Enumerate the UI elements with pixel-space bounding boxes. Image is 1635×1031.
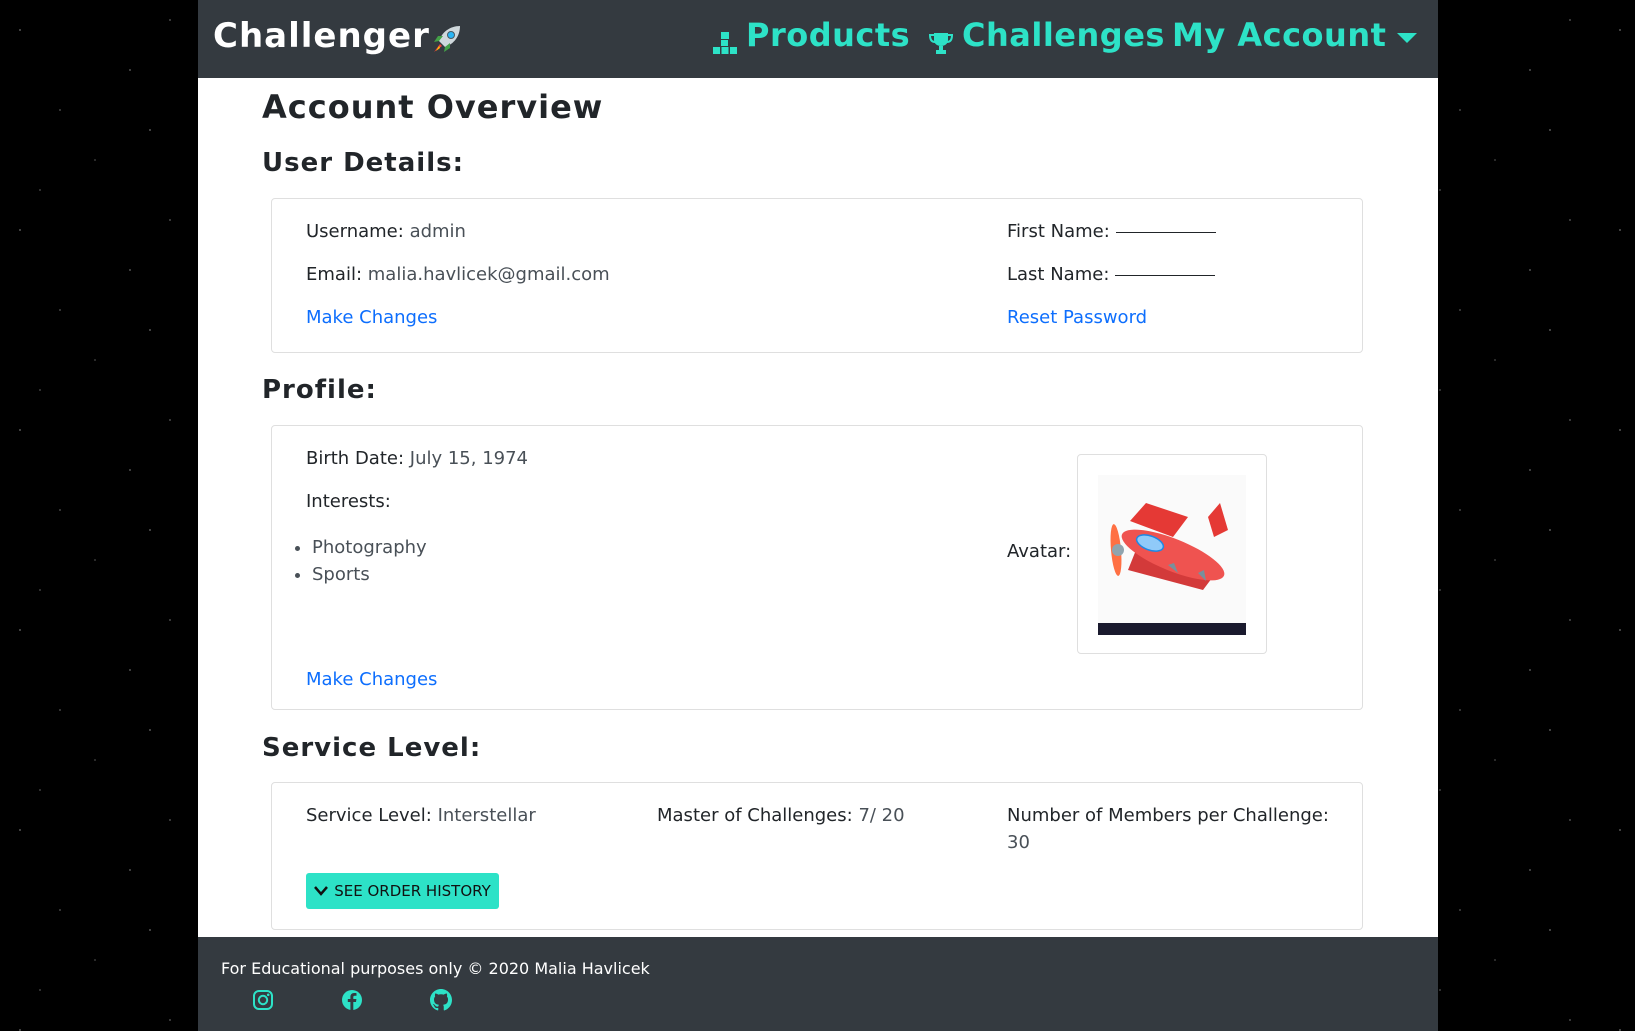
reset-password-link[interactable]: Reset Password (1007, 307, 1147, 328)
service-level-heading: Service Level: (262, 733, 482, 763)
chevron-down-icon (314, 886, 329, 896)
see-order-history-label: SEE ORDER HISTORY (334, 882, 491, 900)
username-field: Username: admin (306, 221, 466, 242)
first-name-field: First Name: (1007, 221, 1216, 242)
avatar (1077, 454, 1267, 654)
github-icon[interactable] (430, 989, 452, 1015)
service-level-field: Service Level: Interstellar (306, 805, 536, 826)
nav-products[interactable]: Products (746, 16, 910, 54)
email-field: Email: malia.havlicek@gmail.com (306, 264, 610, 285)
footer-text: For Educational purposes only © 2020 Mal… (221, 959, 650, 978)
rocket-icon (430, 22, 464, 60)
footer: For Educational purposes only © 2020 Mal… (198, 937, 1438, 1031)
list-item: Sports (312, 561, 427, 588)
see-order-history-button[interactable]: SEE ORDER HISTORY (306, 873, 499, 909)
nav-challenges[interactable]: Challenges (962, 16, 1165, 54)
user-details-heading: User Details: (262, 148, 464, 178)
facebook-icon[interactable] (341, 989, 363, 1015)
first-name-blank (1115, 231, 1216, 233)
list-item: Photography (312, 534, 427, 561)
profile-make-changes-link[interactable]: Make Changes (306, 669, 437, 690)
birth-date-label: Birth Date: (306, 448, 405, 469)
members-value-text: 30 (1007, 832, 1030, 853)
trophy-icon (928, 32, 954, 58)
birth-date-value: July 15, 1974 (409, 448, 529, 469)
brand-logo[interactable]: Challenger (213, 16, 430, 56)
email-value: malia.havlicek@gmail.com (367, 264, 610, 285)
airplane-icon (1098, 475, 1246, 635)
chevron-down-icon[interactable] (1397, 33, 1417, 43)
profile-heading: Profile: (262, 375, 377, 405)
user-details-card: Username: admin Email: malia.havlicek@gm… (271, 198, 1363, 353)
master-challenges-label: Master of Challenges: (657, 805, 853, 826)
birth-date-field: Birth Date: July 15, 1974 (306, 448, 528, 469)
last-name-label: Last Name: (1007, 264, 1110, 285)
avatar-label: Avatar: (1007, 541, 1072, 562)
members-per-challenge-value: 30 (1007, 832, 1030, 853)
username-value: admin (409, 221, 466, 242)
service-level-card: Service Level: Interstellar Master of Ch… (271, 782, 1363, 930)
instagram-icon[interactable] (252, 989, 274, 1015)
interests-list: Photography Sports (272, 534, 427, 588)
page-frame: Challenger Products Challenges My Accoun… (198, 0, 1438, 1031)
nav-my-account[interactable]: My Account (1172, 16, 1386, 54)
products-icon (713, 32, 737, 58)
user-make-changes-link[interactable]: Make Changes (306, 307, 437, 328)
master-challenges-field: Master of Challenges: 7/ 20 (657, 805, 905, 826)
master-challenges-value: 7/ 20 (858, 805, 905, 826)
last-name-blank (1115, 274, 1216, 276)
username-label: Username: (306, 221, 404, 242)
email-label: Email: (306, 264, 363, 285)
members-per-challenge-label: Number of Members per Challenge: (1007, 805, 1329, 826)
page-title: Account Overview (262, 88, 604, 126)
interests-label: Interests: (306, 491, 391, 512)
last-name-field: Last Name: (1007, 264, 1216, 285)
service-level-value: Interstellar (437, 805, 536, 826)
profile-card: Birth Date: July 15, 1974 Interests: Pho… (271, 425, 1363, 710)
navbar: Challenger Products Challenges My Accoun… (198, 0, 1438, 78)
service-level-label: Service Level: (306, 805, 432, 826)
first-name-label: First Name: (1007, 221, 1110, 242)
